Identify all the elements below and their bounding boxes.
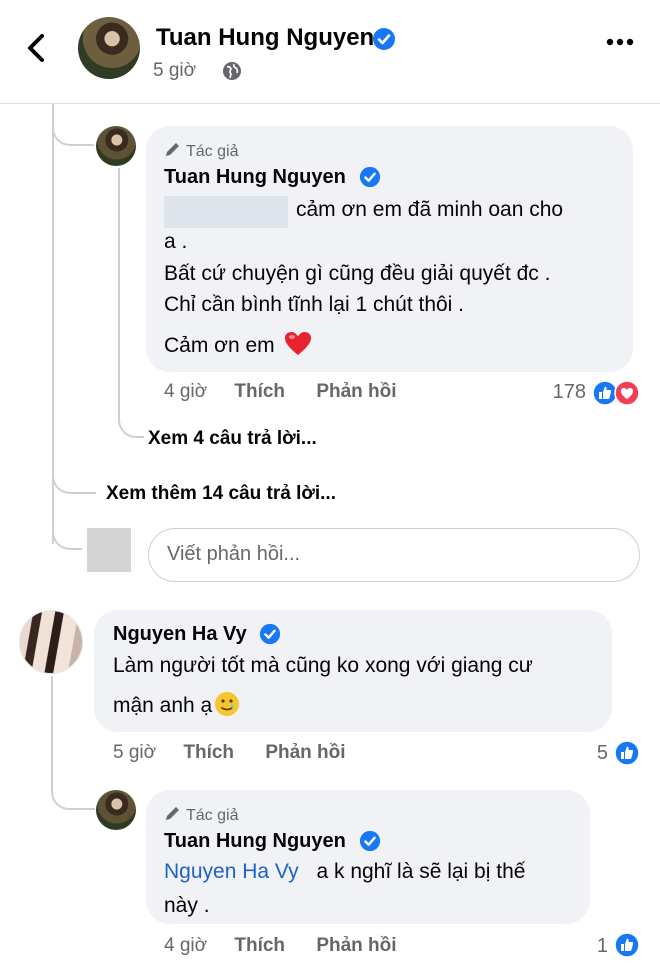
verified-icon [359,166,381,188]
comment-actions: 4 giờ Thích Phản hồi [164,935,397,957]
comment-text: cảm ơn em đã minh oan cho [296,198,564,221]
comment-text: Chỉ cần bình tĩnh lại 1 chút thôi . [164,293,465,316]
author-badge: Tác giả [164,804,238,825]
comment-time: 5 giờ [113,742,157,763]
author-name[interactable]: Tuan Hung Nguyen [156,24,374,52]
heart-emoji-icon [285,332,312,355]
verified-icon [259,623,281,645]
verified-icon [373,28,395,50]
comment-actions: 5 giờ Thích Phản hồi [113,742,346,764]
pen-icon [166,143,179,156]
reaction-count[interactable]: 5 [580,742,608,765]
more-icon[interactable] [606,38,634,46]
like-button[interactable]: Thích [234,381,285,402]
reaction-count[interactable]: 178 [546,381,586,404]
commenter-avatar[interactable] [19,610,83,674]
view-more-replies-link[interactable]: Xem thêm 14 câu trả lời... [106,483,336,505]
comment-actions: 4 giờ Thích Phản hồi [164,381,397,403]
reply-button[interactable]: Phản hồi [265,742,345,763]
view-replies-link[interactable]: Xem 4 câu trả lời... [148,428,317,450]
reply-input[interactable]: Viết phản hồi... [148,528,640,582]
thread-line [52,460,96,494]
tear-smile-emoji-icon [215,692,240,716]
globe-icon [223,62,241,80]
comment-text: a . [164,230,188,253]
blurred-mention [164,196,288,228]
thread-line [51,676,95,810]
verified-icon [359,830,381,852]
thread-line [118,168,144,438]
comment-text: Cảm ơn em [164,330,312,362]
reply-button[interactable]: Phản hồi [316,935,396,956]
like-reaction-icon [614,932,640,958]
comment-text: Bất cứ chuyện gì cũng đều giải quyết đc … [164,262,551,285]
like-button[interactable]: Thích [234,935,285,956]
reply-button[interactable]: Phản hồi [316,381,396,402]
reply-placeholder: Viết phản hồi... [167,543,301,565]
comment-text: mận anh ạ [113,690,240,722]
author-badge: Tác giả [164,140,238,161]
like-button[interactable]: Thích [183,742,234,763]
current-user-avatar [87,528,131,572]
comment-time: 4 giờ [164,935,208,956]
thread-line [52,104,94,146]
reaction-count[interactable]: 1 [580,935,608,958]
reply-avatar[interactable] [96,126,136,166]
comment-text: Làm người tốt mà cũng ko xong với giang … [113,654,533,677]
comment-time: 4 giờ [164,381,208,402]
love-reaction-icon [614,380,640,406]
like-reaction-icon [614,740,640,766]
comment-text: Nguyen Ha Vy a k nghĩ là sẽ lại bị thế [164,860,526,883]
mention-link[interactable]: Nguyen Ha Vy [164,860,299,883]
commenter-name[interactable]: Nguyen Ha Vy [113,623,247,646]
pen-icon [166,807,179,820]
back-arrow-icon[interactable] [22,30,52,66]
thread-line [52,510,82,550]
comment-text: này . [164,894,210,917]
post-header: Tuan Hung Nguyen 5 giờ [0,0,660,104]
commenter-name[interactable]: Tuan Hung Nguyen [164,830,346,853]
reply-avatar[interactable] [96,790,136,830]
author-avatar[interactable] [78,17,140,79]
post-time: 5 giờ [153,60,197,81]
commenter-name[interactable]: Tuan Hung Nguyen [164,166,346,189]
